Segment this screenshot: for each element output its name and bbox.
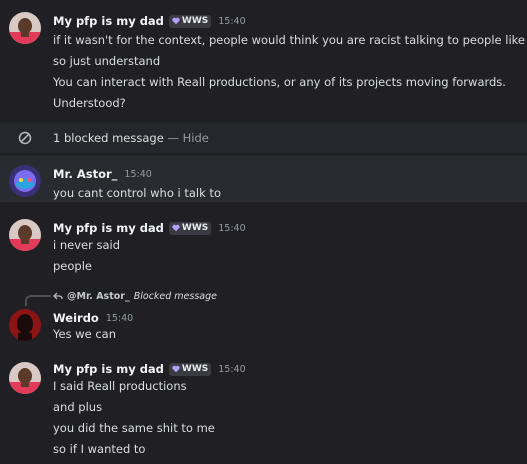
avatar[interactable] [9, 309, 41, 341]
avatar[interactable] [9, 362, 41, 394]
reply-preview[interactable]: @Mr. Astor_ Blocked message [53, 289, 217, 303]
message-text: and plus [53, 400, 103, 414]
blocked-circle-icon [18, 131, 32, 145]
avatar-image [9, 165, 41, 197]
username[interactable]: My pfp is my dad [53, 362, 164, 376]
username[interactable]: Weirdo [53, 311, 99, 325]
server-tag-label: WWS [181, 223, 209, 233]
reply-arrow-icon [53, 292, 63, 300]
message-header: Mr. Astor_ 15:40 [53, 165, 152, 183]
message-header: My pfp is my dad WWS 15:40 [53, 219, 246, 237]
heart-badge-icon [172, 17, 180, 25]
message-header: My pfp is my dad WWS 15:40 [53, 12, 246, 30]
avatar[interactable] [9, 219, 41, 251]
timestamp: 15:40 [218, 15, 246, 27]
blocked-count: 1 blocked message [53, 131, 164, 145]
message-header: Weirdo 15:40 [53, 309, 133, 327]
username[interactable]: Mr. Astor_ [53, 167, 117, 181]
blocked-message-bar: 1 blocked message — Hide [0, 123, 527, 153]
message-text: Understood? [53, 96, 126, 110]
heart-badge-icon [172, 224, 180, 232]
avatar-image [9, 309, 41, 341]
message-text: people [53, 259, 92, 273]
timestamp: 15:40 [124, 168, 152, 180]
timestamp: 15:40 [105, 312, 134, 324]
blocked-message-label: 1 blocked message — Hide [53, 131, 209, 145]
avatar[interactable] [9, 12, 41, 44]
timestamp: 15:40 [218, 222, 246, 234]
message-text: You can interact with Reall productions,… [53, 75, 506, 89]
avatar[interactable] [9, 165, 41, 197]
message-header: My pfp is my dad WWS 15:40 [53, 360, 246, 378]
server-tag[interactable]: WWS [168, 221, 212, 235]
message-text: Yes we can [53, 327, 117, 341]
server-tag[interactable]: WWS [168, 14, 212, 28]
reply-spine [25, 295, 51, 306]
avatar-image [9, 12, 41, 44]
hide-button[interactable]: Hide [183, 131, 209, 145]
message-text: you did the same shit to me [53, 421, 215, 435]
avatar-image [9, 219, 41, 251]
message-text: so if I wanted to [53, 442, 146, 456]
message-text: so just understand [53, 54, 161, 68]
chat-log: My pfp is my dad WWS 15:40 if it wasn't … [0, 0, 527, 464]
message-text: i never said [53, 238, 121, 252]
timestamp: 15:40 [218, 363, 246, 375]
server-tag[interactable]: WWS [168, 362, 212, 376]
message-text: if it wasn't for the context, people wou… [53, 33, 527, 47]
server-tag-label: WWS [181, 364, 209, 374]
reply-blocked-text: Blocked message [133, 290, 218, 302]
server-tag-label: WWS [181, 16, 209, 26]
username[interactable]: My pfp is my dad [53, 221, 164, 235]
username[interactable]: My pfp is my dad [53, 14, 164, 28]
message-text: I said Reall productions [53, 379, 187, 393]
heart-badge-icon [172, 365, 180, 373]
reply-mention[interactable]: @Mr. Astor_ [67, 291, 130, 302]
blocked-separator: — [167, 131, 179, 145]
message-text: you cant control who i talk to [53, 186, 221, 200]
avatar-image [9, 362, 41, 394]
